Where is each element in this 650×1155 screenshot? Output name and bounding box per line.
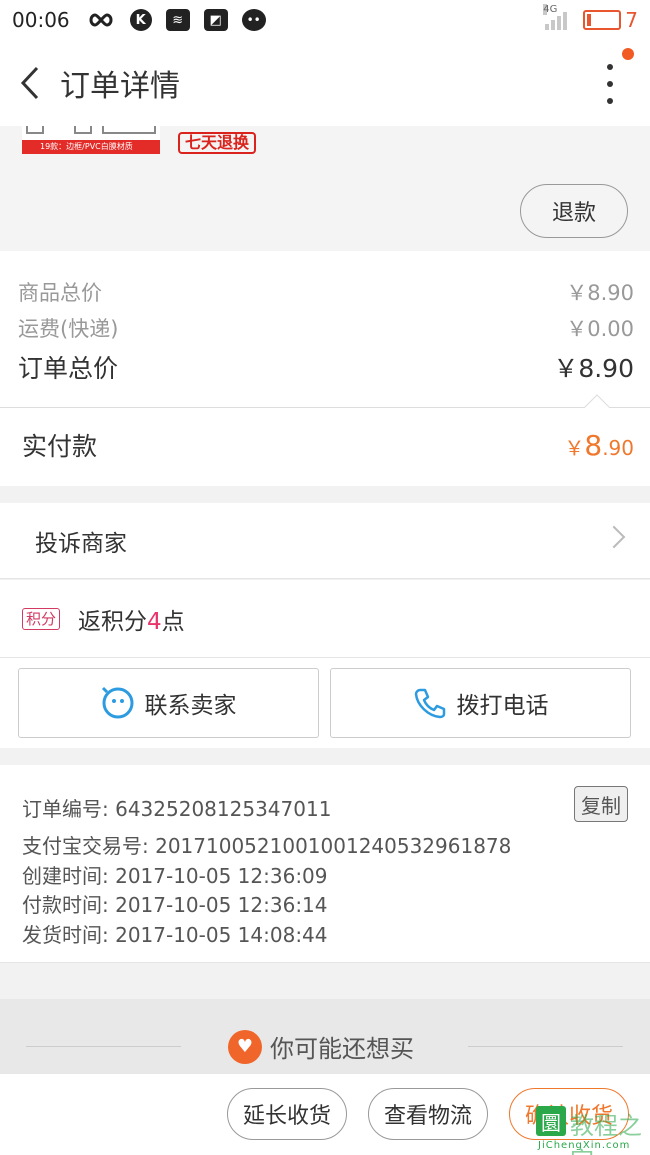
divider-right	[468, 1046, 623, 1047]
goods-total-label: 商品总价	[18, 281, 102, 305]
price-summary: 商品总价 ￥8.90 运费(快递) ￥0.00 订单总价 ￥8.90 实付款 ￥…	[0, 251, 650, 486]
paid-currency: ￥	[564, 435, 585, 460]
copy-button[interactable]: 复制	[574, 786, 628, 822]
recommend-header: ♥ 你可能还想买	[0, 999, 650, 1074]
more-menu-icon[interactable]	[600, 64, 620, 104]
extend-receipt-button[interactable]: 延长收货	[227, 1088, 347, 1140]
wechat-icon: ••	[241, 9, 266, 31]
battery-level: 7	[625, 8, 638, 32]
points-badge: 积分	[22, 607, 61, 630]
cell-signal-icon: 4G	[543, 4, 568, 30]
alipay-number: 支付宝交易号: 2017100521001001240532961878	[22, 834, 512, 858]
complain-merchant-row[interactable]: 投诉商家	[0, 503, 650, 579]
order-total-row: 订单总价 ￥8.90	[18, 349, 634, 385]
paid-amount: ￥8.90	[564, 429, 634, 462]
created-time: 创建时间: 2017-10-05 12:36:09	[22, 864, 328, 888]
seven-day-return-tag: 七天退换	[178, 132, 257, 154]
heart-icon: ♥	[228, 1029, 262, 1064]
chat-bubble-icon	[101, 686, 135, 720]
goods-total-value: ￥8.90	[566, 281, 634, 305]
points-text: 返积分4点	[78, 602, 185, 636]
infinity-icon	[86, 11, 116, 29]
thumbnail-caption: 19款：边框/PVC白膜材质	[22, 140, 160, 154]
product-area: 19款：边框/PVC白膜材质 七天退换 退款	[0, 126, 650, 251]
watermark-logo: 圜	[536, 1106, 566, 1136]
divider	[0, 407, 650, 408]
recommend-title: ♥ 你可能还想买	[228, 1029, 414, 1064]
back-arrow-icon[interactable]	[0, 40, 60, 126]
contact-seller-label: 联系卖家	[144, 692, 237, 718]
divider-left	[26, 1046, 181, 1047]
call-phone-button[interactable]: 拨打电话	[330, 668, 631, 738]
paid-integer: 8	[584, 428, 603, 462]
points-count: 4	[147, 608, 162, 635]
paid-decimal: .90	[602, 435, 634, 460]
divider-notch	[584, 394, 610, 420]
call-phone-label: 拨打电话	[456, 692, 549, 718]
goods-total-row: 商品总价 ￥8.90	[18, 277, 634, 307]
order-total-value: ￥8.90	[553, 354, 634, 383]
order-number: 订单编号: 64325208125347011	[22, 797, 332, 821]
shipping-row: 运费(快递) ￥0.00	[18, 313, 634, 343]
status-bar: 00:06 K ≋ ◩ •• 4G 7	[0, 0, 650, 40]
complain-label: 投诉商家	[35, 530, 127, 557]
paid-label: 实付款	[22, 432, 98, 461]
news-icon: ◩	[203, 9, 228, 31]
phone-icon	[413, 686, 447, 720]
order-total-label: 订单总价	[18, 354, 119, 383]
k-icon: K	[129, 9, 152, 31]
paid-time: 付款时间: 2017-10-05 12:36:14	[22, 893, 328, 917]
order-info: 订单编号: 64325208125347011 复制 支付宝交易号: 20171…	[0, 765, 650, 963]
shipped-time: 发货时间: 2017-10-05 14:08:44	[22, 923, 328, 947]
points-prefix: 返积分	[78, 608, 148, 635]
product-thumbnail[interactable]: 19款：边框/PVC白膜材质	[22, 126, 160, 154]
contact-seller-button[interactable]: 联系卖家	[18, 668, 319, 738]
points-suffix: 点	[161, 608, 185, 635]
page-title: 订单详情	[60, 69, 180, 104]
nav-bar: 订单详情	[0, 40, 650, 126]
watermark: 圜 教程之家 JiChengXin.com	[534, 1104, 650, 1155]
notification-dot	[622, 48, 634, 60]
refund-button[interactable]: 退款	[520, 184, 628, 238]
network-type: 4G	[543, 4, 558, 15]
view-logistics-button[interactable]: 查看物流	[368, 1088, 488, 1140]
paid-row: 实付款 ￥8.90	[22, 427, 634, 463]
chevron-right-icon	[602, 525, 626, 549]
points-row: 积分 返积分4点	[0, 580, 650, 658]
watermark-domain: JiChengXin.com	[538, 1140, 631, 1151]
battery-icon	[583, 10, 622, 30]
shipping-value: ￥0.00	[566, 317, 634, 341]
signal-tower-icon: ≋	[165, 9, 190, 31]
recommend-title-text: 你可能还想买	[270, 1035, 414, 1063]
status-time: 00:06	[12, 8, 70, 32]
shipping-label: 运费(快递)	[18, 317, 119, 341]
contact-actions: 联系卖家 拨打电话	[0, 658, 650, 748]
